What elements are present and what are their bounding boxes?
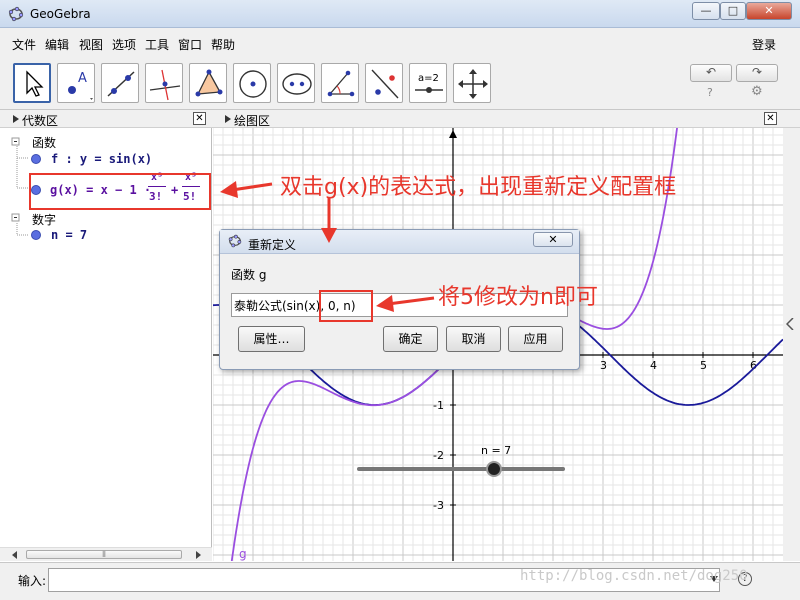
toolbar: A a=2 ↶ ↷ ? ⚙ <box>0 58 800 110</box>
y-axis-arrow <box>449 130 457 138</box>
menu-options[interactable]: 选项 <box>112 36 136 53</box>
scroll-left-arrow-icon[interactable] <box>12 551 18 559</box>
x-tick-label: 3 <box>600 359 607 372</box>
dialog-close-button[interactable]: ✕ <box>533 232 573 247</box>
ok-button[interactable]: 确定 <box>383 326 438 352</box>
x-tick-label: 5 <box>700 359 707 372</box>
gear-icon[interactable]: ⚙ <box>751 84 763 99</box>
reflect-line-icon <box>371 69 399 99</box>
redo-button[interactable]: ↷ <box>736 64 778 82</box>
geogebra-logo-icon <box>8 6 24 22</box>
menu-bar: 文件 编辑 视图 选项 工具 窗口 帮助 登录 <box>0 28 800 58</box>
angle-icon <box>327 70 355 97</box>
menu-file[interactable]: 文件 <box>12 36 36 53</box>
input-label: 输入: <box>18 574 47 588</box>
polygon-icon <box>195 69 223 97</box>
y-tick-label: -1 <box>433 399 444 412</box>
functions-group-label: 函数 <box>32 136 57 150</box>
scroll-thumb[interactable]: ⦀ <box>26 550 182 559</box>
undo-icon: ↶ <box>706 65 717 79</box>
algebra-view-header: 代数区 ✕ <box>0 110 212 128</box>
circle-tool-button[interactable] <box>233 63 271 103</box>
maximize-button[interactable]: □ <box>720 2 746 20</box>
x-tick-label: 4 <box>650 359 657 372</box>
numbers-group-label: 数字 <box>32 213 57 227</box>
n-visibility-toggle[interactable] <box>31 230 41 240</box>
dialog-title: 重新定义 <box>248 238 297 252</box>
close-window-button[interactable]: ✕ <box>746 2 792 20</box>
menu-tools[interactable]: 工具 <box>145 36 169 53</box>
perpendicular-line-icon <box>149 69 181 101</box>
expand-side-arrow-icon[interactable] <box>786 318 794 330</box>
collapse-triangle-icon[interactable] <box>224 114 232 124</box>
annotation-box-argument <box>319 290 373 322</box>
slider-n-label: n = 7 <box>481 444 511 457</box>
conic-tool-button[interactable] <box>277 63 315 103</box>
graphics-view-header: 绘图区 ✕ <box>212 110 800 128</box>
menu-edit[interactable]: 编辑 <box>45 36 69 53</box>
line-icon <box>107 71 135 97</box>
cancel-button[interactable]: 取消 <box>446 326 501 352</box>
algebra-close-button[interactable]: ✕ <box>193 112 206 125</box>
menu-window[interactable]: 窗口 <box>178 36 202 53</box>
scroll-right-arrow-icon[interactable] <box>196 551 202 559</box>
reflect-tool-button[interactable] <box>365 63 403 103</box>
polygon-tool-button[interactable] <box>189 63 227 103</box>
annotation-change-to-n: 将5修改为n即可 <box>438 285 598 310</box>
geogebra-logo-icon <box>228 234 242 248</box>
function-f-expression[interactable]: f : y = sin(x) <box>51 152 152 166</box>
curve-g-label: g <box>239 547 247 561</box>
annotation-box-g-expression <box>29 173 211 210</box>
point-tool-button[interactable]: A <box>57 63 95 103</box>
login-link[interactable]: 登录 <box>752 36 776 53</box>
window-title: GeoGebra <box>30 7 91 21</box>
algebra-view-title: 代数区 <box>22 114 59 128</box>
menu-help[interactable]: 帮助 <box>211 36 235 53</box>
ellipse-icon <box>282 73 312 95</box>
dialog-object-label: 函数 g <box>231 268 267 282</box>
angle-tool-button[interactable] <box>321 63 359 103</box>
apply-button[interactable]: 应用 <box>508 326 563 352</box>
line-tool-button[interactable] <box>101 63 139 103</box>
graphics-side-strip <box>783 128 800 561</box>
slider-n-knob <box>486 461 502 477</box>
watermark: http://blog.csdn.net/dog250 <box>520 568 748 584</box>
svg-text:A: A <box>78 71 87 86</box>
graphics-close-button[interactable]: ✕ <box>764 112 777 125</box>
y-tick-label: -3 <box>433 499 444 512</box>
graphics-view-title: 绘图区 <box>234 114 271 128</box>
annotation-double-click: 双击g(x)的表达式，出现重新定义配置框 <box>280 175 677 200</box>
dialog-title-bar: 重新定义 ✕ <box>220 230 579 254</box>
move-view-icon <box>458 69 488 99</box>
perpendicular-tool-button[interactable] <box>145 63 183 103</box>
y-tick-label: -2 <box>433 449 444 462</box>
f-visibility-toggle[interactable] <box>31 154 41 164</box>
collapse-triangle-icon[interactable] <box>12 114 20 124</box>
undo-button[interactable]: ↶ <box>690 64 732 82</box>
minimize-button[interactable]: — <box>692 2 720 20</box>
redo-icon: ↷ <box>752 65 763 79</box>
slider-icon: a=2 <box>415 73 443 93</box>
circle-icon <box>239 70 267 98</box>
properties-button[interactable]: 属性… <box>238 326 305 352</box>
menu-view[interactable]: 视图 <box>79 36 103 53</box>
svg-text:a=2: a=2 <box>418 73 439 84</box>
cursor-arrow-icon <box>26 70 44 97</box>
number-n-value[interactable]: n = 7 <box>51 228 87 242</box>
algebra-horizontal-scrollbar[interactable]: ⦀ <box>0 547 212 561</box>
point-icon: A <box>68 71 93 100</box>
help-icon[interactable]: ? <box>707 86 713 99</box>
move-tool-button[interactable] <box>13 63 51 103</box>
slider-tool-button[interactable]: a=2 <box>409 63 447 103</box>
move-view-tool-button[interactable] <box>453 63 491 103</box>
title-bar: GeoGebra — □ ✕ <box>0 0 800 28</box>
